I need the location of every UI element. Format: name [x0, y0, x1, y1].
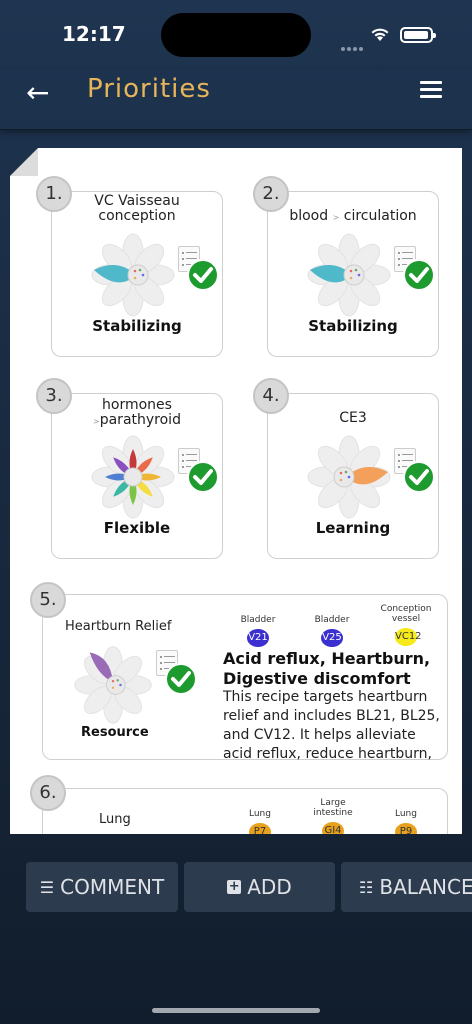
card-title-line2: conception — [98, 208, 176, 224]
point-node-bladder-v21[interactable]: Bladder V21 — [228, 615, 288, 647]
checkmark-icon — [403, 461, 435, 493]
sliders-icon: ☷ — [359, 877, 374, 897]
card-label: Stabilizing — [92, 317, 182, 335]
card-title: Heartburn Relief — [65, 619, 172, 634]
card-title-line1: hormones — [102, 397, 172, 413]
priority-number-5: 5. — [30, 582, 66, 618]
node-code: P9 — [395, 823, 417, 834]
checkmark-icon — [187, 259, 219, 291]
card-title-line1: VC Vaisseau — [94, 193, 180, 209]
flower-icon — [91, 233, 175, 317]
node-label-line1: Conception — [380, 604, 432, 614]
point-node-large-intestine-gi4[interactable]: Large intestine GI4 — [303, 798, 363, 834]
priority-card-5[interactable]: Heartburn Relief Resource Bladder V21 Bl… — [42, 594, 448, 760]
card-label: Resource — [81, 725, 149, 740]
status-bar: 12:17 — [0, 0, 472, 70]
card-title-line1: blood — [289, 208, 329, 224]
hamburger-menu-icon[interactable] — [420, 81, 442, 102]
node-code: V21 — [247, 629, 269, 647]
comment-label: COMMENT — [60, 875, 165, 899]
priority-number-3: 3. — [36, 378, 72, 414]
plus-square-icon: + — [227, 879, 242, 894]
card-title-line2: parathyroid — [99, 412, 181, 428]
node-label: Bladder — [240, 615, 276, 625]
point-node-lung-p9[interactable]: Lung P9 — [376, 809, 436, 834]
node-code: VC12 — [395, 628, 422, 646]
comment-button[interactable]: ☰ COMMENT — [26, 862, 178, 912]
point-node-lung-p7[interactable]: Lung P7 — [230, 809, 290, 834]
point-node-bladder-v25[interactable]: Bladder V25 — [302, 615, 362, 647]
add-label: ADD — [247, 875, 292, 899]
checkmark-icon — [187, 461, 219, 493]
card-title: CE3 — [339, 410, 367, 426]
card-title-line1b: circulation — [343, 208, 417, 224]
back-button[interactable]: ← — [26, 76, 49, 109]
comment-icon: ☰ — [39, 877, 55, 897]
priority-card-3[interactable]: hormones >parathyroid Flexible — [51, 393, 223, 559]
node-code: P7 — [249, 823, 271, 834]
card-title-separator: > — [93, 417, 100, 426]
battery-icon — [400, 27, 436, 43]
flower-icon — [91, 435, 175, 519]
priority-number-4: 4. — [253, 378, 289, 414]
node-code: V25 — [321, 629, 343, 647]
point-node-conception-vessel[interactable]: Conception vessel VC12 — [376, 604, 436, 646]
node-label: Bladder — [314, 615, 350, 625]
flower-icon — [307, 435, 391, 519]
page-title: Priorities — [87, 74, 211, 104]
description-body: This recipe targets heartburn relief and… — [223, 689, 440, 760]
node-label-line2: vessel — [391, 614, 421, 624]
description-title: Acid reflux, Heartburn, Digestive discom… — [223, 649, 431, 688]
card-label: Learning — [315, 519, 391, 537]
priorities-sheet: VC Vaisseau conception Stabilizing 1. blo… — [10, 148, 462, 834]
page-fold-corner — [10, 148, 38, 176]
priority-card-1[interactable]: VC Vaisseau conception Stabilizing — [51, 191, 223, 357]
node-label: Lung — [249, 809, 271, 819]
checkmark-icon — [403, 259, 435, 291]
flower-icon — [307, 233, 391, 317]
flower-icon — [74, 646, 152, 724]
status-time: 12:17 — [62, 22, 126, 46]
balance-label: BALANCE — [379, 875, 472, 899]
home-indicator — [152, 1008, 320, 1013]
node-code: GI4 — [322, 822, 344, 834]
priority-number-6: 6. — [30, 775, 66, 811]
cellular-signal-icon — [341, 36, 365, 55]
balance-button[interactable]: ☷ BALANCE — [341, 862, 472, 912]
priority-card-6[interactable]: Lung Lung P7 Large intestine GI4 Lung P9 — [42, 788, 448, 834]
priority-card-2[interactable]: blood > circulation Stabilizing — [267, 191, 439, 357]
dynamic-island — [161, 13, 311, 57]
node-label-line2: intestine — [313, 808, 353, 818]
priority-number-2: 2. — [253, 176, 289, 212]
priority-card-4[interactable]: CE3 Learning — [267, 393, 439, 559]
node-label-line1: Large — [320, 798, 346, 808]
bottom-toolbar: ☰ COMMENT + ADD ☷ BALANCE — [0, 862, 472, 912]
priority-number-1: 1. — [36, 176, 72, 212]
add-button[interactable]: + ADD — [184, 862, 335, 912]
wifi-icon — [371, 28, 389, 41]
node-label: Lung — [395, 809, 417, 819]
card-title: Lung — [99, 812, 131, 827]
card-title-separator: > — [332, 213, 340, 222]
checkmark-icon — [165, 663, 197, 695]
card-label: Stabilizing — [308, 317, 398, 335]
card-label: Flexible — [103, 519, 171, 537]
app-header: ← Priorities — [0, 70, 472, 130]
